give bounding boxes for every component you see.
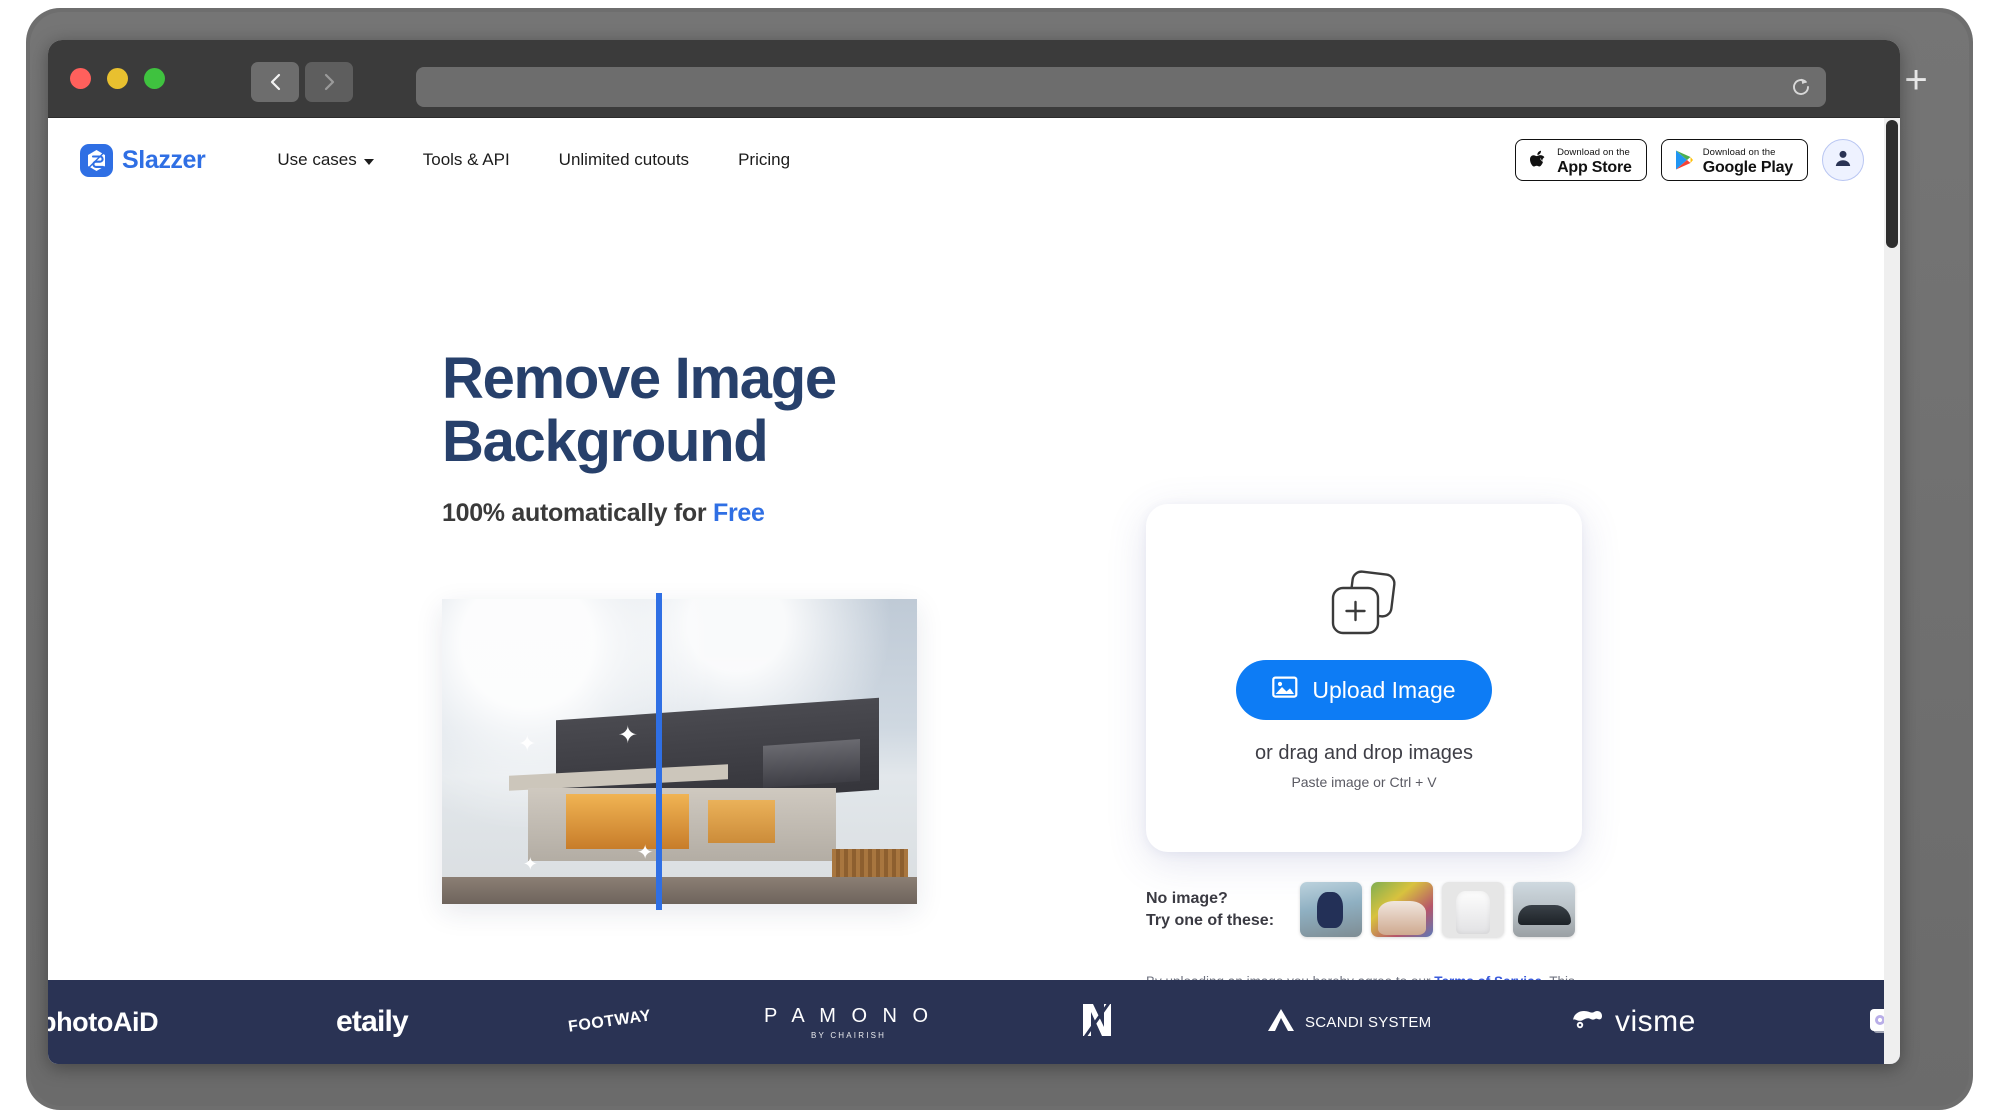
partner-logo-footway[interactable]: FOOTWAY bbox=[567, 1007, 652, 1036]
sparkle-icon: ✦ bbox=[617, 722, 638, 750]
nav-item-pricing[interactable]: Pricing bbox=[738, 150, 790, 170]
monogram-icon bbox=[1078, 1000, 1116, 1045]
app-store-big: App Store bbox=[1557, 159, 1632, 176]
sample-images-row: No image? Try one of these: bbox=[1146, 882, 1575, 937]
house-photo: ✦ ✦ ✦ ✦ bbox=[442, 599, 917, 904]
close-window-button[interactable] bbox=[70, 68, 91, 89]
partner-logo-monogram[interactable] bbox=[1078, 1000, 1116, 1045]
headline-line2: Background bbox=[442, 408, 769, 474]
back-button[interactable] bbox=[251, 62, 299, 102]
house-interior-light bbox=[565, 794, 689, 850]
site-header: Slazzer Use cases Tools & API Unlimited … bbox=[48, 118, 1900, 202]
upload-dropzone[interactable]: Upload Image or drag and drop images Pas… bbox=[1146, 504, 1582, 852]
sample-thumb-dark-car[interactable] bbox=[1513, 882, 1575, 937]
google-play-button[interactable]: Download on the Google Play bbox=[1660, 139, 1808, 181]
scandi-triangle-icon bbox=[1266, 1007, 1296, 1037]
subhead-highlight: Free bbox=[712, 499, 765, 528]
google-play-big: Google Play bbox=[1702, 159, 1793, 176]
chevron-right-icon bbox=[322, 72, 337, 92]
partner-label: FOOTWAY bbox=[567, 1007, 653, 1036]
partner-label: visme bbox=[1615, 1005, 1696, 1038]
google-play-icon bbox=[1673, 149, 1695, 171]
sample-thumbnails bbox=[1300, 882, 1575, 937]
main-navigation: Use cases Tools & API Unlimited cutouts … bbox=[277, 150, 790, 170]
house-upper-window bbox=[762, 739, 860, 788]
partner-logo-scandi-system[interactable]: SCANDI SYSTEM bbox=[1266, 1007, 1431, 1037]
chevron-down-icon bbox=[363, 158, 374, 165]
house-interior-light-2 bbox=[708, 800, 775, 843]
partner-label: P A M O N O bbox=[764, 1004, 934, 1027]
nav-label: Use cases bbox=[277, 150, 357, 169]
sparkle-icon: ✦ bbox=[518, 731, 537, 757]
maximize-window-button[interactable] bbox=[144, 68, 165, 89]
partner-sublabel: BY CHAIRISH bbox=[810, 1030, 887, 1040]
subhead-prefix: 100% automatically for bbox=[442, 499, 713, 528]
sample-label-line2: Try one of these: bbox=[1146, 911, 1275, 929]
headline-line1: Remove Image bbox=[442, 346, 837, 411]
house-ground bbox=[442, 876, 917, 904]
before-after-preview[interactable]: ✦ ✦ ✦ ✦ bbox=[442, 592, 917, 911]
app-store-small: Download on the bbox=[1557, 147, 1630, 159]
drag-drop-hint: or drag and drop images bbox=[1255, 742, 1473, 764]
partner-logos-bar: photoAiD etaily FOOTWAY P A M O N O BY C… bbox=[48, 980, 1900, 1064]
paste-hint: Paste image or Ctrl + V bbox=[1291, 774, 1437, 790]
page-viewport: Slazzer Use cases Tools & API Unlimited … bbox=[48, 118, 1900, 1064]
apple-icon bbox=[1527, 149, 1549, 172]
partner-label: etaily bbox=[336, 1005, 409, 1038]
google-play-small: Download on the bbox=[1702, 147, 1776, 159]
nav-label: Unlimited cutouts bbox=[558, 150, 690, 169]
partner-logo-pamono[interactable]: P A M O N O BY CHAIRISH bbox=[764, 1005, 933, 1040]
hero-copy: Remove Image Background 100% automatical… bbox=[442, 346, 962, 528]
partner-label: SCANDI SYSTEM bbox=[1305, 1013, 1432, 1031]
google-play-label: Download on the Google Play bbox=[1703, 143, 1793, 177]
nav-item-tools-api[interactable]: Tools & API bbox=[423, 150, 510, 170]
partner-logo-visme[interactable]: visme bbox=[1570, 1005, 1696, 1039]
partner-logo-photoaid[interactable]: photoAiD bbox=[48, 1006, 159, 1038]
add-images-icon bbox=[1321, 566, 1407, 646]
browser-window: Slazzer Use cases Tools & API Unlimited … bbox=[48, 40, 1900, 1064]
partner-logo-etaily[interactable]: etaily bbox=[336, 1005, 409, 1039]
hero-subtitle: 100% automatically for Free bbox=[442, 499, 962, 528]
address-bar[interactable] bbox=[416, 67, 1826, 107]
screenshot-root: + Slazzer Use cases Tools & API Unlimite… bbox=[0, 0, 1999, 1118]
house-fence bbox=[831, 849, 908, 877]
sparkle-icon: ✦ bbox=[636, 842, 654, 864]
image-icon bbox=[1272, 675, 1298, 705]
scrollbar-thumb[interactable] bbox=[1886, 120, 1898, 248]
upload-image-button[interactable]: Upload Image bbox=[1236, 660, 1492, 720]
sample-label-line1: No image? bbox=[1146, 889, 1228, 907]
window-controls bbox=[70, 68, 165, 89]
app-store-button[interactable]: Download on the App Store bbox=[1515, 139, 1647, 181]
sample-thumb-three-women[interactable] bbox=[1371, 882, 1433, 937]
page-title: Remove Image Background bbox=[442, 346, 962, 474]
reload-icon[interactable] bbox=[1790, 76, 1812, 98]
nav-item-use-cases[interactable]: Use cases bbox=[277, 150, 374, 170]
partner-label: photoAiD bbox=[48, 1006, 159, 1037]
user-icon bbox=[1833, 148, 1853, 173]
nav-label: Tools & API bbox=[422, 150, 510, 169]
forward-button[interactable] bbox=[305, 62, 353, 102]
nav-label: Pricing bbox=[738, 150, 791, 169]
before-after-slider-handle[interactable] bbox=[655, 592, 662, 911]
browser-toolbar bbox=[48, 40, 1900, 118]
sample-images-label: No image? Try one of these: bbox=[1146, 888, 1286, 931]
page-scrollbar[interactable] bbox=[1884, 118, 1900, 1064]
brand-logo[interactable]: Slazzer bbox=[80, 143, 206, 177]
app-store-label: Download on the App Store bbox=[1557, 143, 1632, 177]
sample-thumb-white-shirt[interactable] bbox=[1442, 882, 1504, 937]
slazzer-logo-icon bbox=[80, 143, 113, 177]
nav-item-unlimited-cutouts[interactable]: Unlimited cutouts bbox=[559, 150, 689, 170]
visme-chameleon-icon bbox=[1570, 1005, 1606, 1039]
brand-name: Slazzer bbox=[122, 145, 206, 174]
sample-thumb-man-stretching[interactable] bbox=[1300, 882, 1362, 937]
sparkle-icon: ✦ bbox=[522, 854, 538, 875]
hero-section: Remove Image Background 100% automatical… bbox=[48, 202, 1900, 1030]
account-button[interactable] bbox=[1822, 139, 1864, 181]
minimize-window-button[interactable] bbox=[107, 68, 128, 89]
upload-image-label: Upload Image bbox=[1312, 676, 1456, 703]
chevron-left-icon bbox=[268, 72, 283, 92]
header-actions: Download on the App Store Download on th… bbox=[1515, 139, 1864, 181]
